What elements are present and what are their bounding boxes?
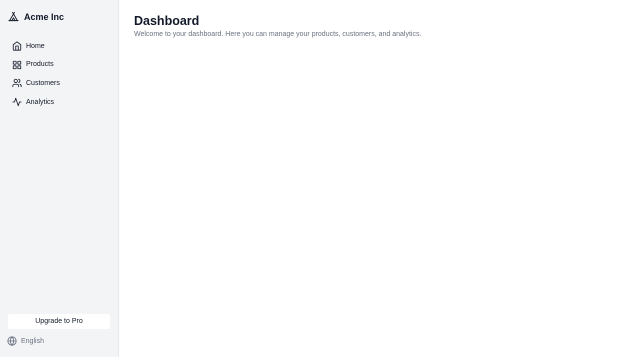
sidebar-item-label: Customers <box>26 79 60 87</box>
sidebar: Acme Inc Home Products Customers Analyti… <box>0 0 119 357</box>
page-title: Dashboard <box>134 14 200 28</box>
upgrade-button[interactable]: Upgrade to Pro <box>8 314 110 329</box>
home-icon <box>12 41 22 51</box>
grid-icon <box>12 60 22 70</box>
language-selector[interactable]: English <box>7 336 44 346</box>
page-subtitle: Welcome to your dashboard. Here you can … <box>134 31 422 38</box>
sidebar-item-label: Analytics <box>26 98 55 106</box>
globe-icon <box>7 336 17 346</box>
sidebar-item-analytics[interactable]: Analytics <box>12 93 60 112</box>
app-shell: Acme Inc Home Products Customers Analyti… <box>0 0 640 357</box>
sidebar-item-label: Home <box>26 42 45 50</box>
brand[interactable]: Acme Inc <box>8 11 64 22</box>
sidebar-nav: Home Products Customers Analytics <box>12 37 60 111</box>
tent-icon <box>8 11 19 22</box>
sidebar-item-customers[interactable]: Customers <box>12 74 60 93</box>
users-icon <box>12 78 22 88</box>
sidebar-item-home[interactable]: Home <box>12 37 60 56</box>
activity-icon <box>12 97 22 107</box>
brand-name: Acme Inc <box>24 11 65 22</box>
language-label: English <box>21 337 44 345</box>
sidebar-item-products[interactable]: Products <box>12 56 60 75</box>
main-content: Dashboard Welcome to your dashboard. Her… <box>119 0 640 357</box>
sidebar-item-label: Products <box>26 61 54 69</box>
